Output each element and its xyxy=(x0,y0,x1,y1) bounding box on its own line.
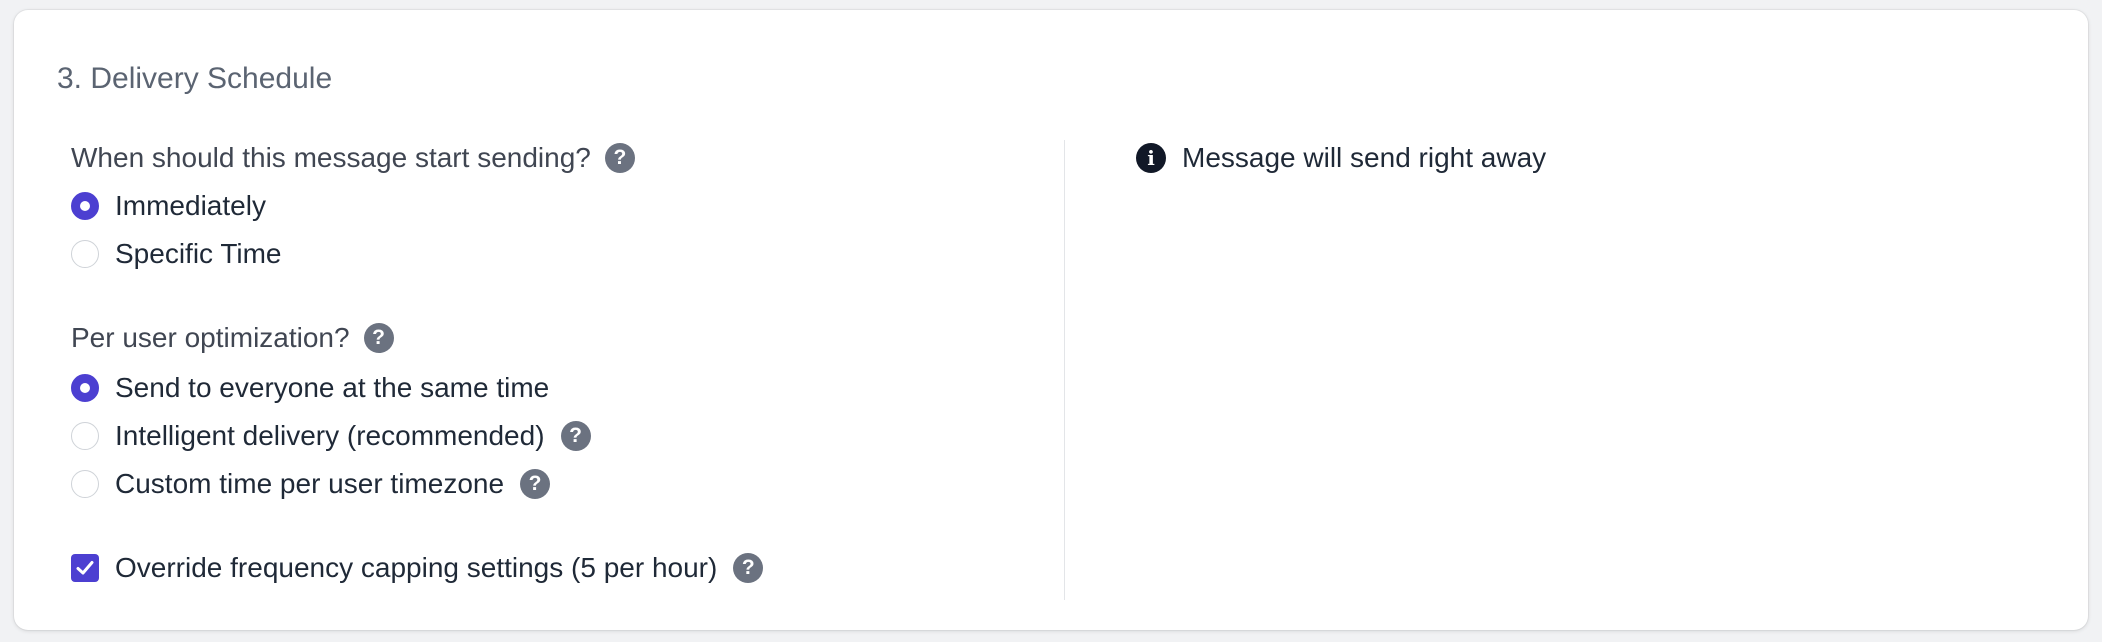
radio-button[interactable] xyxy=(71,470,99,498)
help-icon[interactable]: ? xyxy=(520,469,551,499)
column-divider xyxy=(1064,140,1065,600)
start-question: When should this message start sending? … xyxy=(71,138,1031,178)
radio-option-specific-time[interactable]: Specific Time xyxy=(71,230,1031,278)
radio-label: Immediately xyxy=(115,190,266,221)
help-icon[interactable]: ? xyxy=(363,323,394,353)
radio-button[interactable] xyxy=(71,422,99,450)
start-question-label: When should this message start sending? xyxy=(71,142,591,173)
radio-option-immediately[interactable]: Immediately xyxy=(71,182,1031,230)
override-checkbox[interactable] xyxy=(71,554,99,582)
radio-button-checked[interactable] xyxy=(71,192,99,220)
override-label: Override frequency capping settings (5 p… xyxy=(115,552,718,583)
optimization-question-label: Per user optimization? xyxy=(71,322,350,353)
help-icon[interactable]: ? xyxy=(604,143,635,173)
override-frequency-option[interactable]: Override frequency capping settings (5 p… xyxy=(71,544,1031,592)
help-icon[interactable]: ? xyxy=(560,421,591,451)
delivery-schedule-card: 3. Delivery Schedule When should this me… xyxy=(14,10,2088,630)
radio-button[interactable] xyxy=(71,240,99,268)
help-icon[interactable]: ? xyxy=(733,553,764,583)
delivery-info: i Message will send right away xyxy=(1136,142,1546,174)
radio-button-checked[interactable] xyxy=(71,374,99,402)
radio-option-intelligent-delivery[interactable]: Intelligent delivery (recommended) ? xyxy=(71,412,1031,460)
section-title: 3. Delivery Schedule xyxy=(57,62,333,95)
radio-label: Custom time per user timezone xyxy=(115,468,505,499)
radio-option-send-same-time[interactable]: Send to everyone at the same time xyxy=(71,364,1031,412)
info-icon: i xyxy=(1136,143,1166,173)
check-icon xyxy=(76,561,94,575)
radio-option-custom-timezone[interactable]: Custom time per user timezone ? xyxy=(71,460,1031,508)
optimization-question: Per user optimization? ? xyxy=(71,318,1031,358)
radio-label: Intelligent delivery (recommended) xyxy=(115,420,545,451)
delivery-info-text: Message will send right away xyxy=(1182,142,1547,173)
radio-label: Send to everyone at the same time xyxy=(115,372,550,403)
schedule-options: When should this message start sending? … xyxy=(71,138,1031,592)
radio-label: Specific Time xyxy=(115,238,282,269)
